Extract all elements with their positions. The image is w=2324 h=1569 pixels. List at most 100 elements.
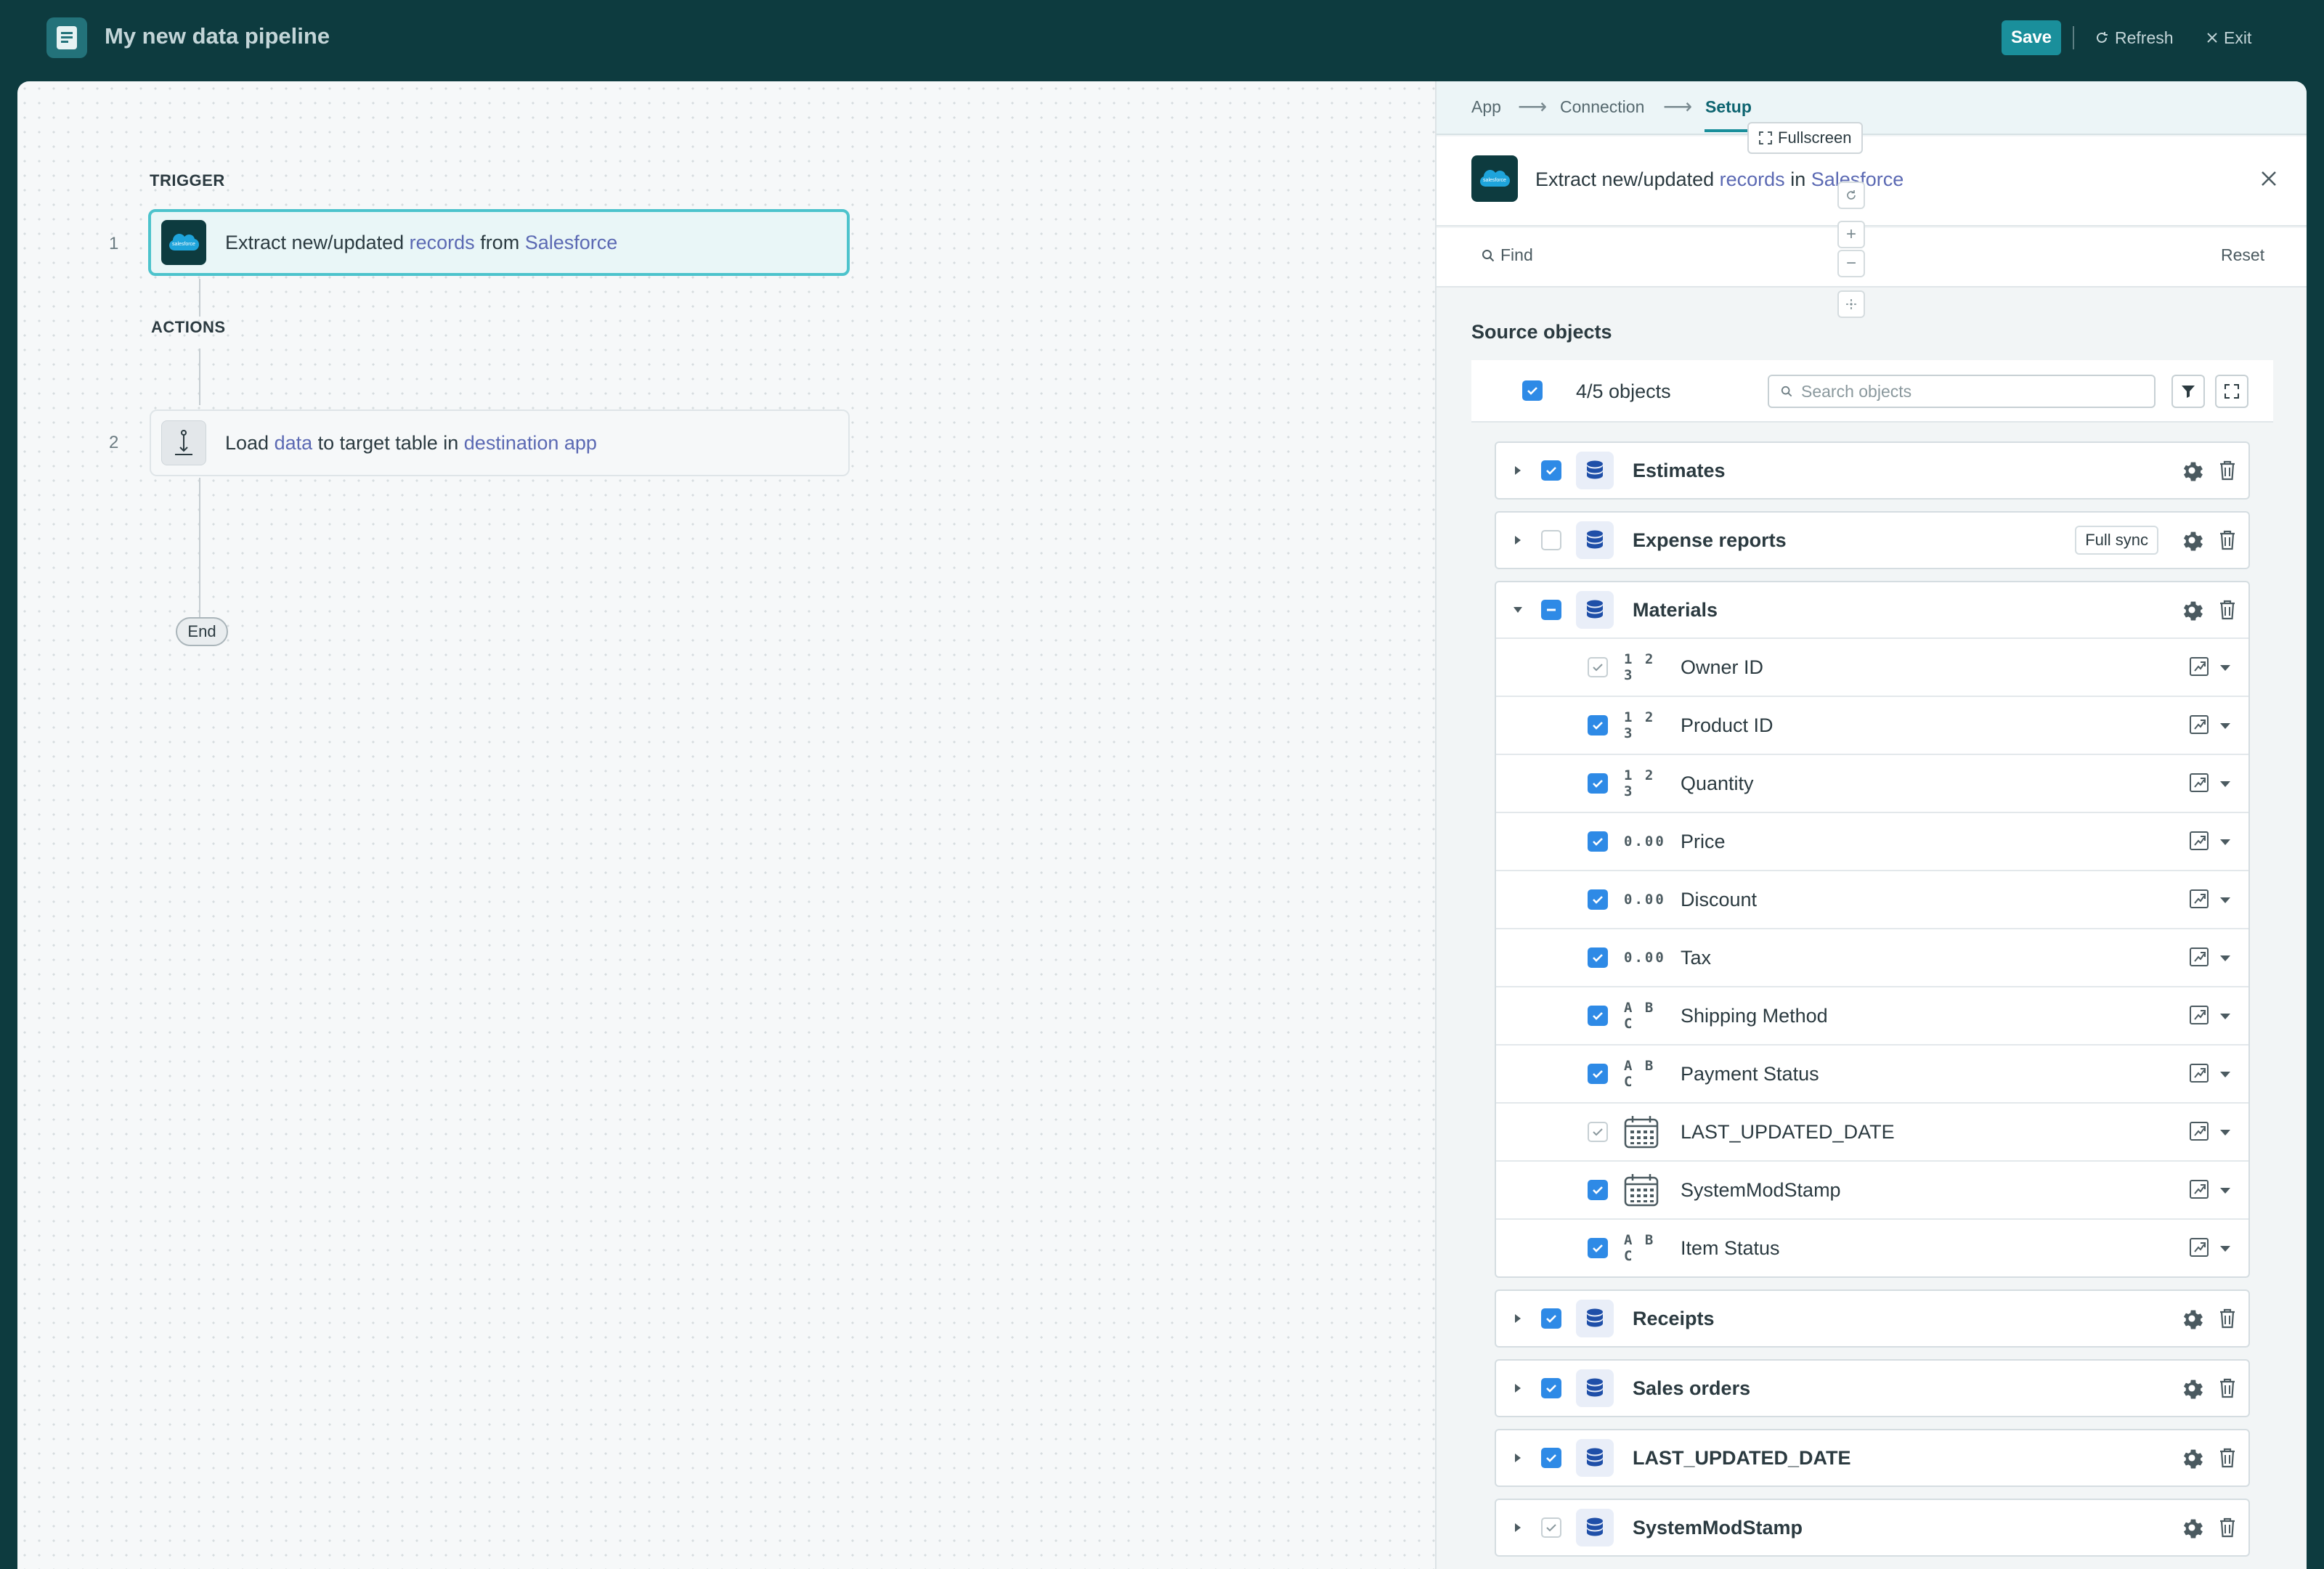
fit-view-button[interactable] <box>1837 290 1865 318</box>
mapping-icon[interactable] <box>2189 1121 2209 1145</box>
action-step-card[interactable]: Load data to target table in destination… <box>150 409 850 476</box>
field-checkbox[interactable] <box>1588 889 1608 910</box>
sync-mode-badge: Full sync <box>2075 526 2158 555</box>
mapping-icon[interactable] <box>2189 773 2209 796</box>
chevron-right-icon[interactable] <box>1511 465 1525 476</box>
chevron-down-icon[interactable] <box>2219 953 2231 966</box>
chevron-right-icon[interactable] <box>1511 1522 1525 1533</box>
records-link[interactable]: records <box>410 232 475 253</box>
trash-icon[interactable] <box>2218 1447 2237 1472</box>
field-checkbox[interactable] <box>1588 1180 1608 1200</box>
object-checkbox[interactable] <box>1541 460 1561 481</box>
chevron-down-icon[interactable] <box>2219 894 2231 908</box>
object-row[interactable]: Expense reports Full sync <box>1496 513 2248 568</box>
chevron-down-icon[interactable] <box>2219 836 2231 849</box>
breadcrumb-app[interactable]: App <box>1471 97 1501 117</box>
gear-icon[interactable] <box>2180 1516 2203 1543</box>
field-checkbox[interactable] <box>1588 1064 1608 1084</box>
chevron-right-icon[interactable] <box>1511 1452 1525 1464</box>
chevron-right-icon[interactable] <box>1511 1382 1525 1394</box>
mapping-icon[interactable] <box>2189 1063 2209 1087</box>
field-checkbox[interactable] <box>1588 657 1608 677</box>
source-object: Estimates <box>1495 441 2250 500</box>
field-checkbox[interactable] <box>1588 1006 1608 1026</box>
mapping-icon[interactable] <box>2189 1005 2209 1029</box>
chevron-down-icon[interactable] <box>2219 1127 2231 1140</box>
gear-icon[interactable] <box>2180 529 2203 555</box>
trash-icon[interactable] <box>2218 529 2237 555</box>
mapping-icon[interactable] <box>2189 1237 2209 1261</box>
chevron-down-icon[interactable] <box>1511 606 1525 614</box>
trigger-step-card[interactable]: salesforce Extract new/updated records f… <box>148 209 850 276</box>
zoom-controls: + − <box>1837 182 1866 321</box>
data-link[interactable]: data <box>275 432 313 454</box>
breadcrumb-connection[interactable]: Connection <box>1560 97 1644 117</box>
chevron-right-icon[interactable] <box>1511 534 1525 546</box>
field-checkbox[interactable] <box>1588 1238 1608 1258</box>
select-all-checkbox[interactable] <box>1522 380 1543 401</box>
mapping-icon[interactable] <box>2189 656 2209 680</box>
close-panel-button[interactable] <box>2256 166 2282 192</box>
object-checkbox[interactable] <box>1541 1517 1561 1538</box>
object-row[interactable]: Materials <box>1496 582 2248 637</box>
refresh-label: Refresh <box>2115 28 2174 47</box>
destination-app-link[interactable]: destination app <box>464 432 597 454</box>
workflow-canvas[interactable]: TRIGGER 1 salesforce Extract new/updated… <box>17 81 1435 1569</box>
reset-button[interactable]: Reset <box>2221 245 2264 265</box>
trash-icon[interactable] <box>2218 460 2237 485</box>
records-link[interactable]: records <box>1720 168 1785 190</box>
object-checkbox[interactable] <box>1541 1308 1561 1329</box>
trash-icon[interactable] <box>2218 1517 2237 1542</box>
chevron-down-icon[interactable] <box>2219 720 2231 733</box>
object-row[interactable]: Sales orders <box>1496 1361 2248 1416</box>
reset-zoom-button[interactable] <box>1837 182 1865 209</box>
object-checkbox[interactable] <box>1541 1448 1561 1468</box>
filter-button[interactable] <box>2171 375 2205 408</box>
gear-icon[interactable] <box>2180 1446 2203 1473</box>
mapping-icon[interactable] <box>2189 1179 2209 1203</box>
gear-icon[interactable] <box>2180 1307 2203 1334</box>
chevron-down-icon[interactable] <box>2219 1243 2231 1256</box>
find-button[interactable]: Find <box>1482 245 1533 265</box>
mapping-icon[interactable] <box>2189 714 2209 738</box>
trash-icon[interactable] <box>2218 599 2237 624</box>
object-row[interactable]: LAST_UPDATED_DATE <box>1496 1430 2248 1486</box>
field-checkbox[interactable] <box>1588 947 1608 968</box>
salesforce-link[interactable]: Salesforce <box>525 232 618 253</box>
trash-icon[interactable] <box>2218 1308 2237 1333</box>
field-checkbox[interactable] <box>1588 831 1608 852</box>
object-row[interactable]: Receipts <box>1496 1291 2248 1346</box>
mapping-icon[interactable] <box>2189 831 2209 855</box>
field-checkbox[interactable] <box>1588 715 1608 735</box>
breadcrumb-setup[interactable]: Setup <box>1705 97 1752 117</box>
zoom-out-button[interactable]: − <box>1837 250 1865 277</box>
chevron-down-icon[interactable] <box>2219 1011 2231 1024</box>
chevron-down-icon[interactable] <box>2219 1069 2231 1082</box>
object-checkbox[interactable] <box>1541 1378 1561 1398</box>
gear-icon[interactable] <box>2180 598 2203 625</box>
search-objects-field[interactable] <box>1768 375 2156 408</box>
chevron-down-icon[interactable] <box>2219 1185 2231 1198</box>
refresh-button[interactable]: Refresh <box>2095 26 2174 49</box>
field-checkbox[interactable] <box>1588 773 1608 794</box>
save-button[interactable]: Save <box>2002 20 2061 55</box>
search-objects-input[interactable] <box>1801 381 2135 402</box>
field-checkbox[interactable] <box>1588 1122 1608 1142</box>
mapping-icon[interactable] <box>2189 947 2209 971</box>
find-label: Find <box>1500 245 1533 264</box>
exit-button[interactable]: Exit <box>2206 26 2251 49</box>
breadcrumb: App ⟶ Connection ⟶ Setup <box>1437 81 2307 135</box>
chevron-down-icon[interactable] <box>2219 662 2231 675</box>
zoom-in-button[interactable]: + <box>1837 221 1865 248</box>
object-row[interactable]: SystemModStamp <box>1496 1500 2248 1555</box>
trash-icon[interactable] <box>2218 1377 2237 1403</box>
gear-icon[interactable] <box>2180 1377 2203 1403</box>
object-checkbox[interactable] <box>1541 530 1561 550</box>
gear-icon[interactable] <box>2180 459 2203 486</box>
object-checkbox[interactable] <box>1541 600 1561 620</box>
expand-button[interactable] <box>2215 375 2248 408</box>
object-row[interactable]: Estimates <box>1496 443 2248 498</box>
chevron-down-icon[interactable] <box>2219 778 2231 791</box>
chevron-right-icon[interactable] <box>1511 1313 1525 1324</box>
mapping-icon[interactable] <box>2189 889 2209 913</box>
